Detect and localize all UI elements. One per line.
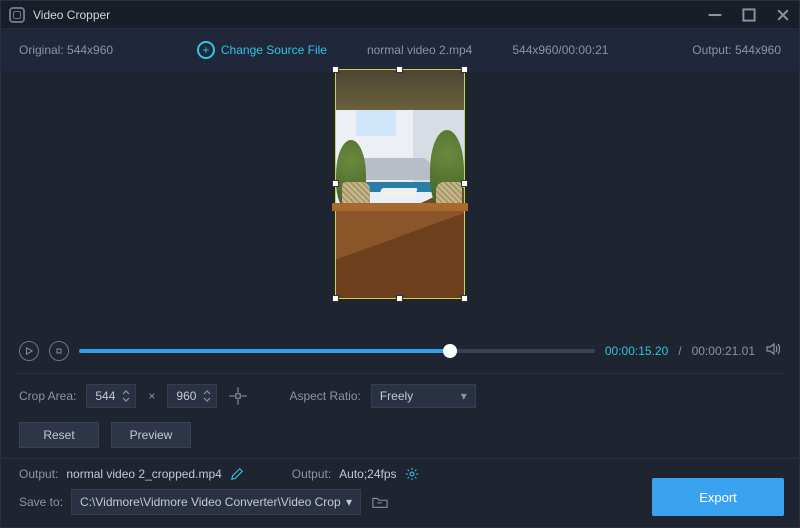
seek-bar[interactable]: [79, 349, 595, 353]
close-button[interactable]: [775, 7, 791, 23]
title-bar: Video Cropper: [1, 1, 799, 29]
change-source-button[interactable]: + Change Source File: [197, 41, 327, 59]
export-button[interactable]: Export: [652, 478, 784, 516]
current-time: 00:00:15.20: [605, 344, 668, 358]
times-symbol: ×: [148, 389, 155, 403]
crop-area-label: Crop Area:: [19, 389, 76, 403]
volume-icon: [765, 341, 781, 357]
save-to-label: Save to:: [19, 495, 63, 509]
preview-area: [1, 71, 799, 331]
folder-icon: [372, 495, 388, 509]
video-cropper-window: Video Cropper Original: 544x960 + Change…: [0, 0, 800, 528]
output-format-label: Output:: [292, 467, 331, 481]
action-buttons-row: Reset Preview: [1, 416, 799, 458]
crop-height-value: 960: [176, 389, 196, 403]
crop-handle-br[interactable]: [461, 295, 468, 302]
crop-handle-tr[interactable]: [461, 66, 468, 73]
save-path-value: C:\Vidmore\Vidmore Video Converter\Video…: [80, 495, 341, 509]
source-dims-duration: 544x960/00:00:21: [512, 43, 608, 57]
original-value: 544x960: [67, 43, 113, 57]
rename-button[interactable]: [230, 467, 244, 481]
gear-icon: [405, 467, 419, 481]
divider: [15, 373, 785, 374]
crop-handle-tm[interactable]: [396, 66, 403, 73]
output-settings-button[interactable]: [405, 467, 419, 481]
aspect-ratio-dropdown[interactable]: Freely ▾: [371, 384, 476, 408]
caret-down-icon: ▾: [346, 495, 352, 509]
crop-width-value: 544: [95, 389, 115, 403]
aspect-ratio-label: Aspect Ratio:: [289, 389, 360, 403]
source-info-bar: Original: 544x960 + Change Source File n…: [1, 29, 799, 71]
app-icon: [9, 7, 25, 23]
crop-height-up[interactable]: [202, 389, 212, 396]
window-title: Video Cropper: [33, 8, 110, 22]
crop-height-down[interactable]: [202, 396, 212, 403]
open-folder-button[interactable]: [369, 491, 391, 513]
output-dims-value: 544x960: [735, 43, 781, 57]
output-format-value: Auto;24fps: [339, 467, 396, 481]
stop-icon: [55, 347, 63, 355]
reset-button[interactable]: Reset: [19, 422, 99, 448]
seek-fill: [79, 349, 450, 353]
crop-handle-tl[interactable]: [332, 66, 339, 73]
crop-handle-mr[interactable]: [461, 180, 468, 187]
video-frame: [336, 70, 464, 298]
crop-handle-bl[interactable]: [332, 295, 339, 302]
plus-icon: +: [197, 41, 215, 59]
crop-width-up[interactable]: [121, 389, 131, 396]
source-filename: normal video 2.mp4: [367, 43, 472, 57]
time-sep: /: [678, 344, 681, 358]
output-dims-label: Output:: [692, 43, 731, 57]
stop-button[interactable]: [49, 341, 69, 361]
maximize-button[interactable]: [741, 7, 757, 23]
volume-button[interactable]: [765, 341, 781, 362]
pencil-icon: [230, 467, 244, 481]
center-icon: [227, 385, 249, 407]
aspect-ratio-value: Freely: [380, 389, 413, 403]
crop-handle-bm[interactable]: [396, 295, 403, 302]
output-file-label: Output:: [19, 467, 58, 481]
minimize-button[interactable]: [707, 7, 723, 23]
crop-controls: Crop Area: 544 × 960 Aspect Ratio: Freel…: [1, 376, 799, 416]
crop-box[interactable]: [335, 69, 465, 299]
original-label: Original:: [19, 43, 64, 57]
seek-thumb[interactable]: [443, 344, 457, 358]
play-icon: [25, 347, 33, 355]
caret-down-icon: ▾: [461, 389, 467, 403]
duration: 00:00:21.01: [692, 344, 755, 358]
crop-handle-ml[interactable]: [332, 180, 339, 187]
change-source-label: Change Source File: [221, 43, 327, 57]
output-filename: normal video 2_cropped.mp4: [66, 467, 221, 481]
preview-button[interactable]: Preview: [111, 422, 191, 448]
crop-height-field[interactable]: 960: [167, 384, 217, 408]
save-row: Save to: C:\Vidmore\Vidmore Video Conver…: [1, 485, 799, 527]
crop-width-field[interactable]: 544: [86, 384, 136, 408]
center-crop-button[interactable]: [227, 385, 249, 407]
player-controls: 00:00:15.20 / 00:00:21.01: [1, 331, 799, 371]
crop-width-down[interactable]: [121, 396, 131, 403]
play-button[interactable]: [19, 341, 39, 361]
save-path-dropdown[interactable]: C:\Vidmore\Vidmore Video Converter\Video…: [71, 489, 361, 515]
